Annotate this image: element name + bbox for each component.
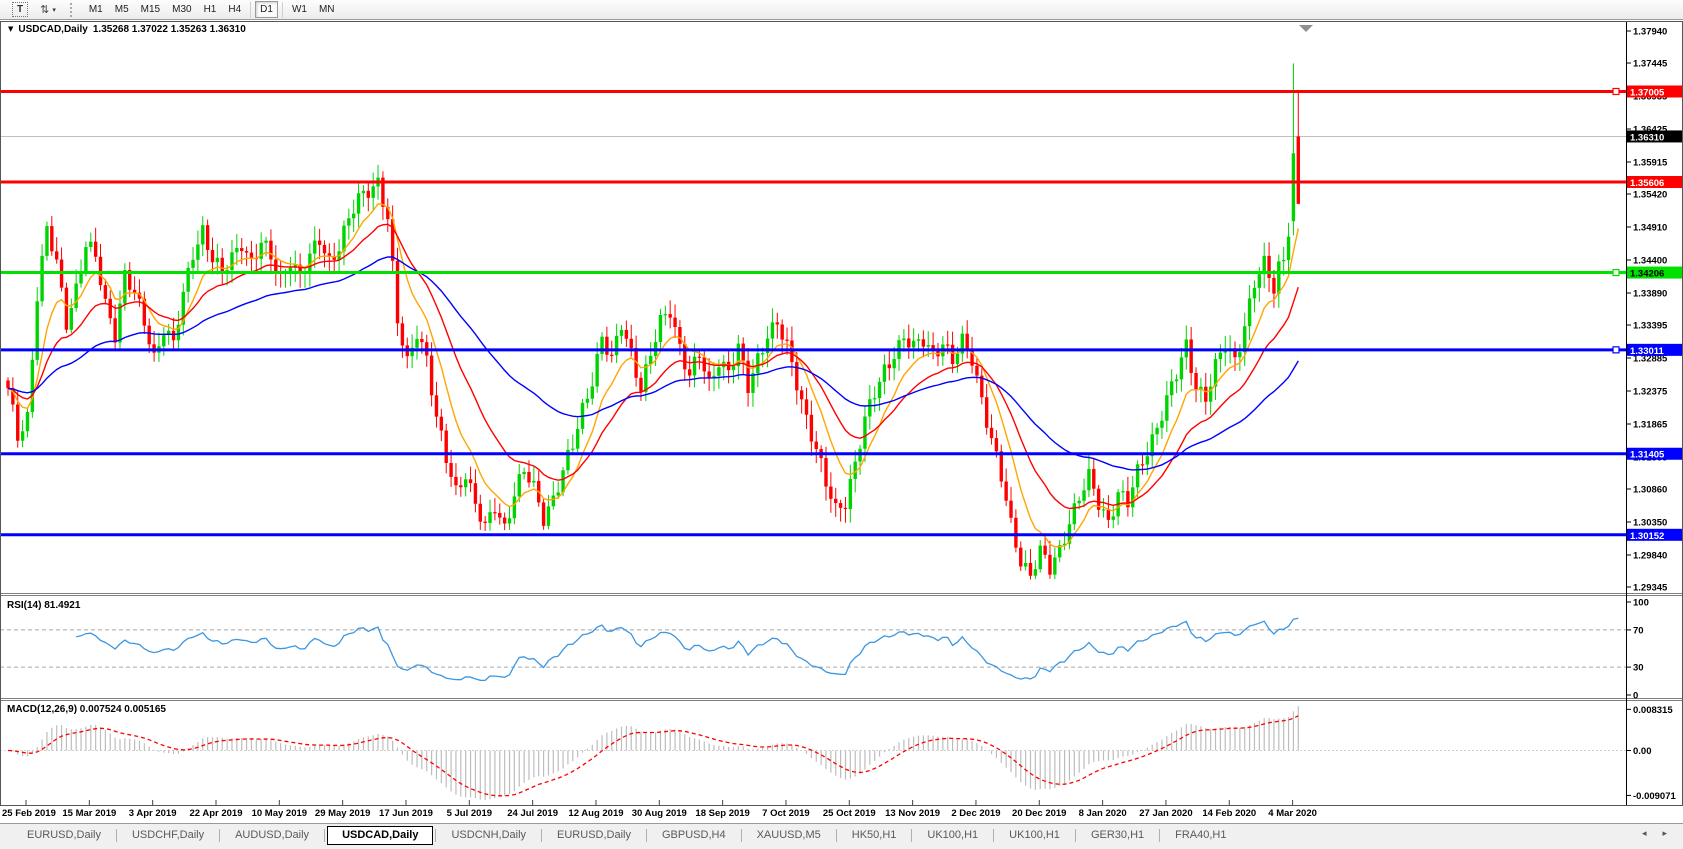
svg-text:1.32375: 1.32375 <box>1633 386 1668 397</box>
date-label: 14 Feb 2020 <box>1202 808 1256 819</box>
tab-scroll-left-icon[interactable]: ◂ <box>1642 829 1647 839</box>
svg-text:1.29345: 1.29345 <box>1633 583 1668 594</box>
date-label: 3 Apr 2019 <box>129 808 177 819</box>
date-label: 10 May 2019 <box>252 808 307 819</box>
timeframe-h1[interactable]: H1 <box>199 1 222 18</box>
svg-text:1.35606: 1.35606 <box>1630 178 1664 189</box>
chart-tab-bar: EURUSD,Daily USDCHF,Daily AUDUSD,Daily USDC… <box>0 823 1683 849</box>
timeframe-h4[interactable]: H4 <box>223 1 246 18</box>
tab-usdcnh-daily[interactable]: USDCNH,Daily <box>438 826 539 845</box>
svg-text:1.30860: 1.30860 <box>1633 485 1667 496</box>
svg-text:1.34910: 1.34910 <box>1633 223 1667 234</box>
dropdown-caret-icon: ▾ <box>52 6 56 14</box>
svg-text:0.008315: 0.008315 <box>1633 705 1673 716</box>
tab-separator <box>116 829 117 842</box>
tab-xauusd-m5[interactable]: XAUUSD,M5 <box>744 826 834 845</box>
svg-text:1.33011: 1.33011 <box>1630 346 1665 357</box>
timeframe-w1[interactable]: W1 <box>287 1 312 18</box>
tab-separator <box>435 829 436 842</box>
tab-separator <box>911 829 912 842</box>
svg-text:1.37445: 1.37445 <box>1633 59 1668 70</box>
date-label: 5 Jul 2019 <box>447 808 492 819</box>
tab-audusd-daily[interactable]: AUDUSD,Daily <box>222 826 322 845</box>
svg-text:30: 30 <box>1633 663 1644 674</box>
timeframe-mn[interactable]: MN <box>314 1 340 18</box>
svg-text:1.31405: 1.31405 <box>1630 450 1665 461</box>
tab-separator <box>993 829 994 842</box>
svg-text:1.35420: 1.35420 <box>1633 190 1667 201</box>
svg-text:1.35915: 1.35915 <box>1633 157 1668 168</box>
text-tool-icon: T <box>12 2 28 17</box>
date-label: 12 Aug 2019 <box>568 808 623 819</box>
tab-eurusd-daily[interactable]: EURUSD,Daily <box>14 826 114 845</box>
svg-text:1.29840: 1.29840 <box>1633 550 1667 561</box>
top-toolbar: T ⇅ ▾ M1M5M15M30H1H4 D1 W1MN <box>0 0 1683 20</box>
text-label-tool-button[interactable]: T <box>8 1 32 18</box>
tab-scroll-right-icon[interactable]: ▸ <box>1662 829 1667 839</box>
svg-text:1.30350: 1.30350 <box>1633 517 1667 528</box>
svg-text:-0.009071: -0.009071 <box>1633 791 1677 802</box>
date-label: 22 Apr 2019 <box>189 808 242 819</box>
date-axis[interactable]: 25 Feb 2019 15 Mar 2019 3 Apr 2019 22 Apr 2… <box>0 806 1683 823</box>
timeframe-d1[interactable]: D1 <box>255 1 278 18</box>
timeframe-m1[interactable]: M1 <box>84 1 108 18</box>
arrange-windows-button[interactable]: ⇅ ▾ <box>36 2 60 18</box>
date-label: 20 Dec 2019 <box>1012 808 1066 819</box>
date-label: 29 May 2019 <box>315 808 370 819</box>
tab-uk100-h1[interactable]: UK100,H1 <box>996 826 1073 845</box>
date-label: 27 Jan 2020 <box>1139 808 1192 819</box>
date-label: 18 Sep 2019 <box>695 808 749 819</box>
tab-fra40-h1[interactable]: FRA40,H1 <box>1162 826 1239 845</box>
tab-eurusd-daily[interactable]: EURUSD,Daily <box>544 826 644 845</box>
svg-text:1.33890: 1.33890 <box>1633 288 1667 299</box>
svg-text:1.36310: 1.36310 <box>1630 132 1664 143</box>
date-label: 25 Feb 2019 <box>2 808 56 819</box>
tab-separator <box>1159 829 1160 842</box>
date-label: 8 Jan 2020 <box>1079 808 1127 819</box>
date-label: 17 Jun 2019 <box>379 808 433 819</box>
date-label: 2 Dec 2019 <box>951 808 1000 819</box>
tab-gbpusd-h4[interactable]: GBPUSD,H4 <box>649 826 739 845</box>
tab-uk100-h1[interactable]: UK100,H1 <box>914 826 991 845</box>
svg-text:70: 70 <box>1633 625 1644 636</box>
date-label: 25 Oct 2019 <box>823 808 876 819</box>
mt4-app: T ⇅ ▾ M1M5M15M30H1H4 D1 W1MN 1.37940 1.3744… <box>0 0 1683 849</box>
timeframe-group: M1M5M15M30H1H4 D1 W1MN <box>83 0 341 20</box>
svg-text:1.31865: 1.31865 <box>1633 419 1668 430</box>
svg-text:100: 100 <box>1633 598 1649 609</box>
timeframe-m30[interactable]: M30 <box>167 1 196 18</box>
date-label: 7 Oct 2019 <box>762 808 810 819</box>
price-chart-canvas[interactable]: 1.379401.374451.369351.364251.359151.354… <box>0 21 1683 806</box>
date-label: 24 Jul 2019 <box>507 808 558 819</box>
svg-text:1.33395: 1.33395 <box>1633 321 1668 332</box>
timeframe-m15[interactable]: M15 <box>136 1 165 18</box>
svg-text:0.00: 0.00 <box>1633 746 1652 757</box>
tab-hk50-h1[interactable]: HK50,H1 <box>839 826 910 845</box>
tab-separator <box>836 829 837 842</box>
svg-text:1.37940: 1.37940 <box>1633 27 1667 38</box>
svg-text:1.30152: 1.30152 <box>1630 531 1664 542</box>
svg-text:1.37005: 1.37005 <box>1630 87 1665 98</box>
tab-separator <box>219 829 220 842</box>
tab-usdcad-daily[interactable]: USDCAD,Daily <box>327 826 433 845</box>
date-label: 15 Mar 2019 <box>62 808 116 819</box>
tab-ger30-h1[interactable]: GER30,H1 <box>1078 826 1157 845</box>
svg-text:1.34206: 1.34206 <box>1630 269 1664 280</box>
svg-text:1.34400: 1.34400 <box>1633 256 1667 267</box>
date-label: 30 Aug 2019 <box>632 808 687 819</box>
date-label: 13 Nov 2019 <box>885 808 940 819</box>
tab-usdchf-daily[interactable]: USDCHF,Daily <box>119 826 217 845</box>
tab-separator <box>324 829 325 842</box>
tab-separator <box>541 829 542 842</box>
tab-separator <box>1075 829 1076 842</box>
tab-separator <box>646 829 647 842</box>
timeframe-m5[interactable]: M5 <box>110 1 134 18</box>
svg-text:0: 0 <box>1633 691 1638 702</box>
arrange-icon: ⇅ <box>40 3 49 17</box>
date-label: 4 Mar 2020 <box>1268 808 1317 819</box>
tab-separator <box>741 829 742 842</box>
toolbar-grip[interactable] <box>70 3 75 17</box>
